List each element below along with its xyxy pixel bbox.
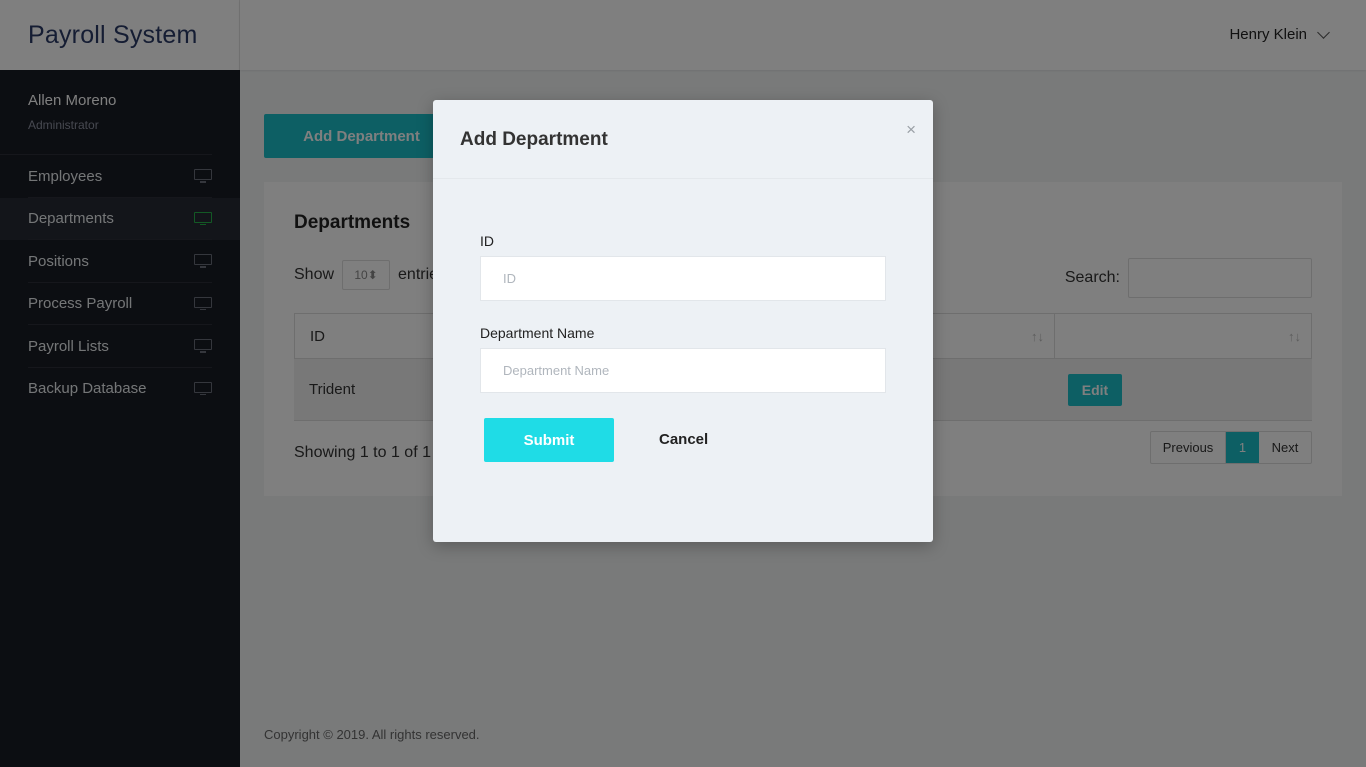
close-icon[interactable]: × [906, 120, 916, 140]
department-name-field[interactable] [480, 348, 886, 393]
submit-button[interactable]: Submit [484, 418, 614, 462]
id-label: ID [480, 233, 494, 249]
modal-title: Add Department [460, 129, 608, 150]
modal-header: Add Department × [433, 100, 933, 179]
id-field[interactable] [480, 256, 886, 301]
add-department-modal: Add Department × ID Department Name Subm… [433, 100, 933, 542]
department-name-label: Department Name [480, 325, 595, 341]
cancel-button[interactable]: Cancel [659, 431, 708, 448]
